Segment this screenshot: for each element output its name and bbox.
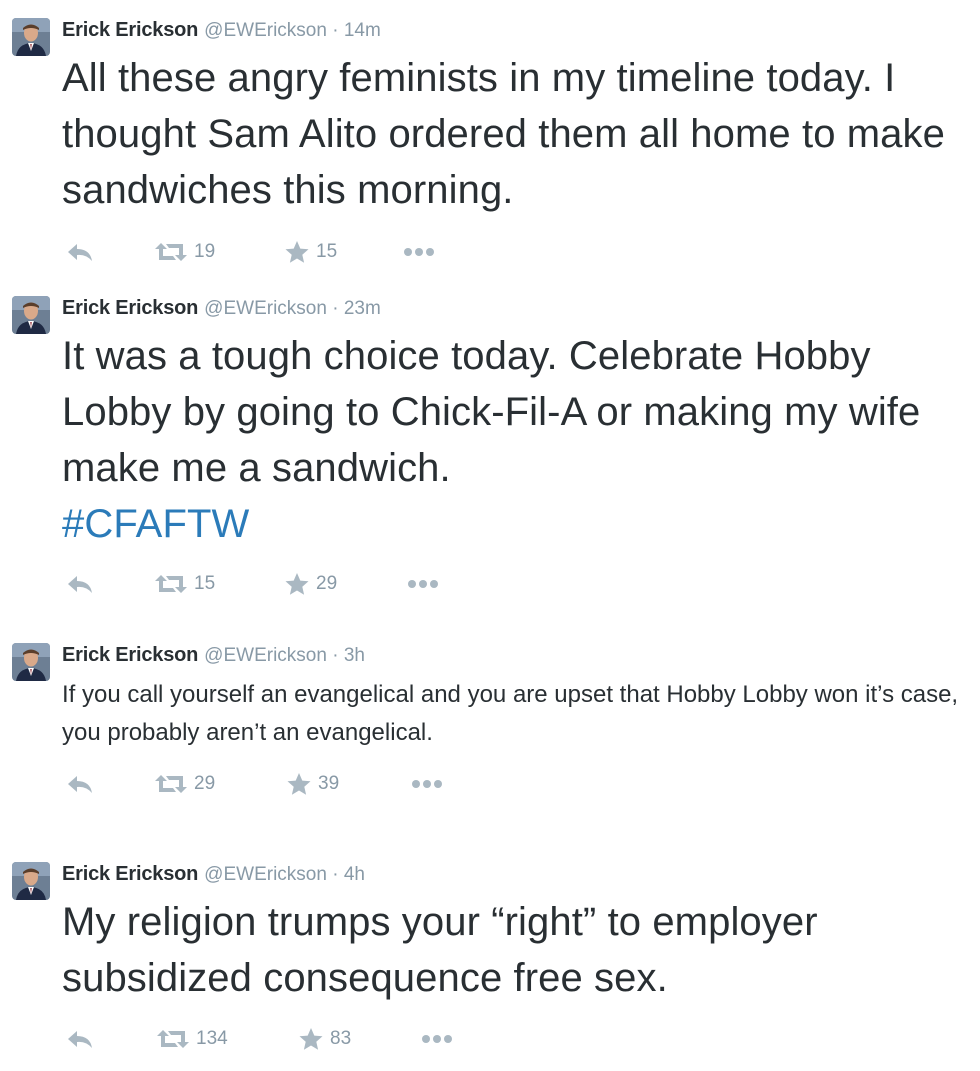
star-icon xyxy=(285,241,309,263)
retweet-count: 15 xyxy=(194,573,216,594)
favorite-count: 83 xyxy=(330,1028,352,1049)
tweet-header: Erick Erickson @EWErickson · 4h xyxy=(62,862,365,887)
reply-button[interactable] xyxy=(66,238,94,266)
more-icon xyxy=(408,580,438,588)
favorite-count: 15 xyxy=(316,241,338,262)
hashtag-link[interactable]: #CFAFTW xyxy=(62,496,977,552)
retweet-icon xyxy=(155,243,187,261)
timestamp[interactable]: 4h xyxy=(344,864,365,885)
display-name[interactable]: Erick Erickson xyxy=(62,644,198,666)
tweet-header: Erick Erickson @EWErickson · 3h xyxy=(62,643,365,668)
more-icon xyxy=(404,248,434,256)
avatar[interactable] xyxy=(12,862,50,900)
reply-icon xyxy=(68,1031,92,1048)
favorite-button[interactable]: 83 xyxy=(298,1025,351,1053)
reply-button[interactable] xyxy=(66,770,94,798)
more-button[interactable] xyxy=(402,238,436,266)
retweet-count: 29 xyxy=(194,773,216,794)
avatar[interactable] xyxy=(12,18,50,56)
reply-button[interactable] xyxy=(66,570,94,598)
avatar[interactable] xyxy=(12,296,50,334)
tweet-text: My religion trumps your “right” to emplo… xyxy=(62,900,818,1000)
separator: · xyxy=(326,298,344,319)
star-icon xyxy=(287,773,311,795)
username[interactable]: @EWErickson xyxy=(204,645,327,666)
more-icon xyxy=(412,780,442,788)
tweet-header: Erick Erickson @EWErickson · 14m xyxy=(62,18,381,43)
reply-button[interactable] xyxy=(66,1025,94,1053)
more-icon xyxy=(422,1035,452,1043)
username[interactable]: @EWErickson xyxy=(204,20,327,41)
separator: · xyxy=(326,20,344,41)
star-icon xyxy=(299,1028,323,1050)
username[interactable]: @EWErickson xyxy=(204,864,327,885)
reply-icon xyxy=(68,244,92,261)
tweet-text: All these angry feminists in my timeline… xyxy=(62,56,945,212)
favorite-count: 39 xyxy=(318,773,340,794)
favorite-button[interactable]: 15 xyxy=(284,238,337,266)
separator: · xyxy=(326,645,344,666)
avatar-image xyxy=(12,862,50,900)
retweet-count: 19 xyxy=(194,241,216,262)
tweet-text: If you call yourself an evangelical and … xyxy=(62,681,959,746)
star-icon xyxy=(285,573,309,595)
tweet-text: It was a tough choice today. Celebrate H… xyxy=(62,328,977,552)
favorite-button[interactable]: 39 xyxy=(286,770,339,798)
retweet-icon xyxy=(155,775,187,793)
avatar-image xyxy=(12,643,50,681)
separator: · xyxy=(326,864,344,885)
favorite-button[interactable]: 29 xyxy=(284,570,337,598)
favorite-count: 29 xyxy=(316,573,338,594)
timestamp[interactable]: 23m xyxy=(344,298,381,319)
avatar-image xyxy=(12,18,50,56)
retweet-button[interactable]: 15 xyxy=(154,570,215,598)
display-name[interactable]: Erick Erickson xyxy=(62,19,198,41)
avatar[interactable] xyxy=(12,643,50,681)
retweet-button[interactable]: 134 xyxy=(156,1025,228,1053)
username[interactable]: @EWErickson xyxy=(204,298,327,319)
more-button[interactable] xyxy=(410,770,444,798)
retweet-icon xyxy=(157,1030,189,1048)
retweet-count: 134 xyxy=(196,1028,228,1049)
tweet-header: Erick Erickson @EWErickson · 23m xyxy=(62,296,381,321)
more-button[interactable] xyxy=(406,570,440,598)
more-button[interactable] xyxy=(420,1025,454,1053)
reply-icon xyxy=(68,576,92,593)
display-name[interactable]: Erick Erickson xyxy=(62,863,198,885)
retweet-button[interactable]: 19 xyxy=(154,238,215,266)
retweet-icon xyxy=(155,575,187,593)
timestamp[interactable]: 3h xyxy=(344,645,365,666)
avatar-image xyxy=(12,296,50,334)
retweet-button[interactable]: 29 xyxy=(154,770,215,798)
display-name[interactable]: Erick Erickson xyxy=(62,297,198,319)
reply-icon xyxy=(68,776,92,793)
timestamp[interactable]: 14m xyxy=(344,20,381,41)
tweet-body: It was a tough choice today. Celebrate H… xyxy=(62,334,921,490)
